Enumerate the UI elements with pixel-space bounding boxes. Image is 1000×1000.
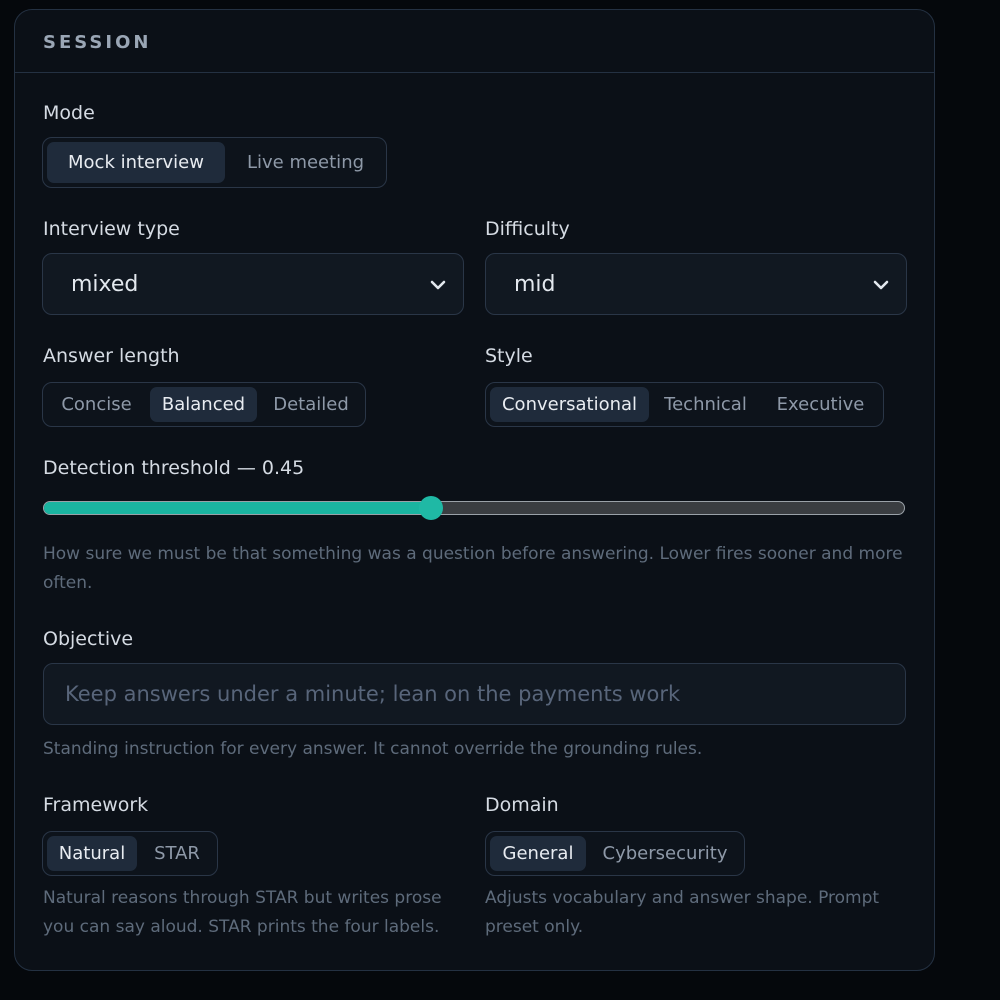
answer-length-option-concise[interactable]: Concise [47, 387, 146, 422]
framework-option-star[interactable]: STAR [141, 836, 213, 871]
mode-label: Mode [43, 102, 95, 124]
difficulty-value: mid [514, 271, 556, 297]
framework-label: Framework [43, 794, 149, 816]
answer-length-option-detailed[interactable]: Detailed [261, 387, 361, 422]
framework-option-natural[interactable]: Natural [47, 836, 137, 871]
objective-input[interactable] [43, 663, 906, 725]
domain-option-general[interactable]: General [490, 836, 586, 871]
framework-help: Natural reasons through STAR but writes … [43, 888, 442, 937]
difficulty-select[interactable]: mid [485, 253, 907, 315]
mode-option-live-meeting[interactable]: Live meeting [229, 142, 382, 183]
detection-threshold-help: How sure we must be that something was a… [43, 544, 903, 593]
answer-length-segmented-control: Concise Balanced Detailed [42, 382, 366, 427]
chevron-down-icon [430, 280, 446, 290]
style-option-conversational[interactable]: Conversational [490, 387, 649, 422]
slider-thumb[interactable] [419, 496, 443, 520]
interview-type-select[interactable]: mixed [42, 253, 464, 315]
detection-threshold-label: Detection threshold — 0.45 [43, 457, 305, 479]
domain-help: Adjusts vocabulary and answer shape. Pro… [485, 888, 880, 937]
answer-length-label: Answer length [43, 345, 180, 367]
domain-option-cybersecurity[interactable]: Cybersecurity [590, 836, 740, 871]
panel-header: SESSION [15, 10, 934, 73]
mode-option-mock-interview[interactable]: Mock interview [47, 142, 225, 183]
chevron-down-icon [873, 280, 889, 290]
panel-title: SESSION [43, 32, 152, 53]
style-option-technical[interactable]: Technical [653, 387, 758, 422]
domain-segmented-control: General Cybersecurity [485, 831, 745, 876]
interview-type-label: Interview type [43, 218, 180, 240]
objective-label: Objective [43, 628, 134, 650]
detection-threshold-slider[interactable] [43, 496, 905, 520]
answer-length-option-balanced[interactable]: Balanced [150, 387, 257, 422]
style-segmented-control: Conversational Technical Executive [485, 382, 884, 427]
difficulty-label: Difficulty [485, 218, 570, 240]
style-label: Style [485, 345, 533, 367]
style-option-executive[interactable]: Executive [762, 387, 879, 422]
framework-segmented-control: Natural STAR [42, 831, 218, 876]
domain-label: Domain [485, 794, 559, 816]
mode-segmented-control: Mock interview Live meeting [42, 137, 387, 188]
objective-help: Standing instruction for every answer. I… [43, 739, 703, 759]
slider-fill [44, 502, 431, 514]
interview-type-value: mixed [71, 271, 139, 297]
